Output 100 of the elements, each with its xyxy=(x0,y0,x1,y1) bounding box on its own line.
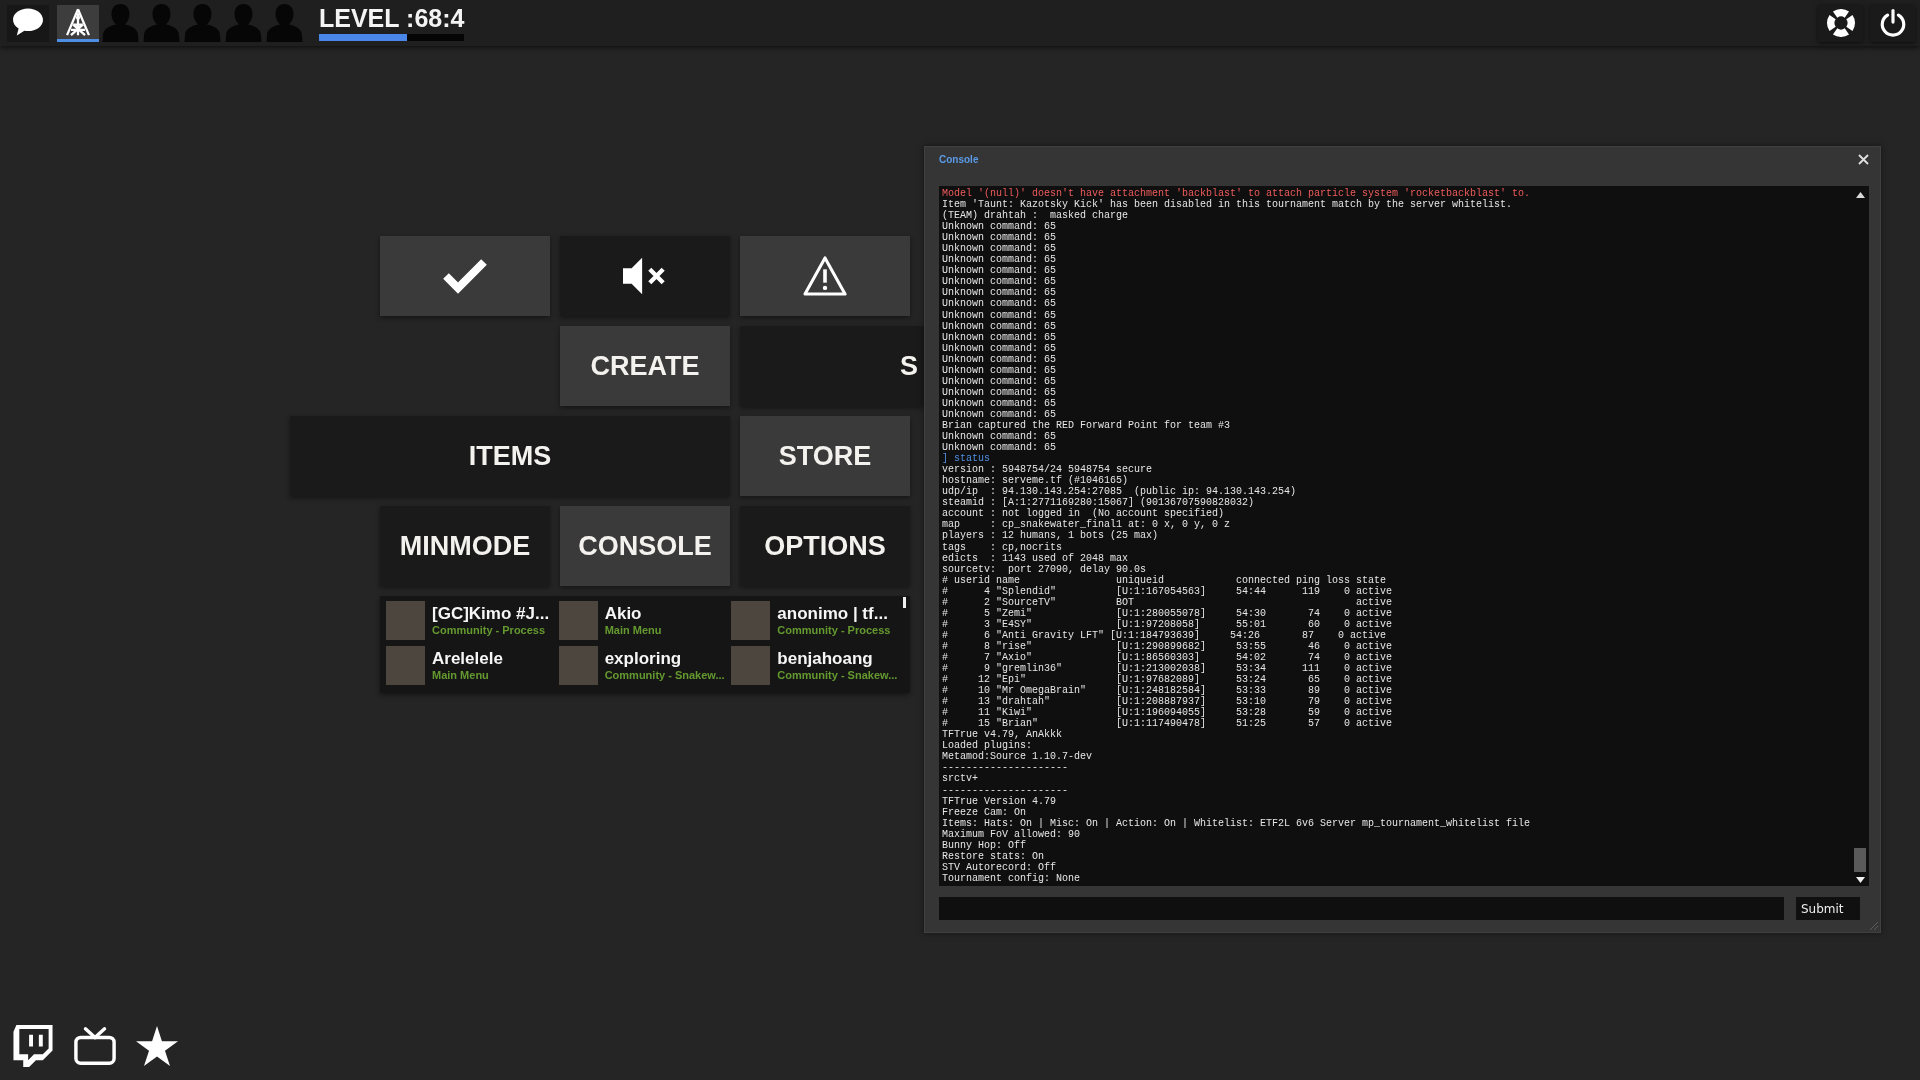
friend-status: Community - Snakew... xyxy=(777,668,898,682)
console-line: --------------------- xyxy=(942,784,1069,796)
console-input[interactable] xyxy=(939,897,1784,920)
console-line: Freeze Cam: On xyxy=(942,806,1026,818)
friend-status: Community - Process xyxy=(777,623,891,637)
console-line: Model '(null)' doesn't have attachment 'backblast' to attach particle system 'rocketbackblast' to. xyxy=(942,188,1531,200)
friend-name[interactable]: benjahoang xyxy=(777,649,898,668)
console-line: # 5 "Zemi" [U:1:280055078] 54:30 74 0 active xyxy=(942,607,1393,619)
console-line: Unknown command: 65 xyxy=(942,298,1057,310)
console-line: Unknown command: 65 xyxy=(942,243,1057,255)
console-line: # 15 "Brian" [U:1:117490478] 51:25 57 0 active xyxy=(942,718,1393,730)
scroll-up-icon[interactable] xyxy=(1855,192,1865,198)
console-line: Unknown command: 65 xyxy=(942,287,1057,299)
console-line: Unknown command: 65 xyxy=(942,221,1057,233)
power-icon xyxy=(1878,9,1907,37)
friend-name[interactable]: Arelelele xyxy=(432,649,503,668)
menu-button[interactable]: S xyxy=(740,326,924,406)
friend-status: Community - Process xyxy=(432,623,547,637)
console-line: sourcetv: port 27090, delay 90.0s xyxy=(942,563,1147,575)
console-line: map : cp_snakewater_final1 at: 0 x, 0 y, 0 z xyxy=(942,519,1231,531)
menu-button[interactable]: MINMODE xyxy=(380,506,550,586)
console-line: # 7 "Axio" [U:1:86560303] 54:02 74 0 active xyxy=(942,651,1393,663)
top-tab[interactable] xyxy=(57,4,99,42)
speech-box-icon[interactable] xyxy=(12,1025,54,1067)
console-line: # 8 "rise" [U:1:290899682] 53:55 46 0 active xyxy=(942,640,1393,652)
top-tab[interactable] xyxy=(7,4,49,42)
submit-button[interactable]: Submit xyxy=(1796,897,1860,920)
console-line: # 9 "gremlin36" [U:1:213002038] 53:34 111 0 active xyxy=(942,663,1393,675)
console-line: Unknown command: 65 xyxy=(942,276,1057,288)
console-line: version : 5948754/24 5948754 secure xyxy=(942,464,1153,476)
power-button[interactable] xyxy=(1870,4,1915,42)
lifebuoy-icon xyxy=(1826,9,1855,37)
console-line: Unknown command: 65 xyxy=(942,320,1057,332)
console-line: Unknown command: 65 xyxy=(942,342,1057,354)
friend-status: Main Menu xyxy=(432,668,490,682)
friend-name[interactable]: [GC]Kimo #J... xyxy=(432,604,550,623)
close-icon[interactable] xyxy=(1858,154,1869,165)
avatar-placeholder xyxy=(731,601,771,640)
avatar-placeholder xyxy=(558,646,598,685)
scrollbar-thumb[interactable] xyxy=(903,597,906,608)
friend-status: Community - Snakew... xyxy=(604,668,725,682)
console-line: players : 12 humans, 1 bots (25 max) xyxy=(942,530,1159,542)
friend-status: Main Menu xyxy=(604,623,662,637)
console-line: ] status xyxy=(942,453,990,465)
scroll-down-icon[interactable] xyxy=(1855,877,1865,883)
console-line: tags : cp,nocrits xyxy=(942,541,1063,553)
star-icon[interactable] xyxy=(136,1025,178,1067)
warning-button[interactable] xyxy=(740,236,910,316)
scrollbar-thumb[interactable] xyxy=(1854,848,1866,872)
console-line: Unknown command: 65 xyxy=(942,375,1057,387)
avatar-placeholder xyxy=(558,601,598,640)
console-line: # userid name uniqueid connected ping loss state xyxy=(942,574,1387,586)
console-line: Restore stats: On xyxy=(942,850,1045,862)
console-line: # 4 "Splendid" [U:1:167054563] 54:44 119 0 active xyxy=(942,585,1393,597)
console-line: Loaded plugins: xyxy=(942,740,1032,752)
console-line: TFTrue Version 4.79 xyxy=(942,795,1057,807)
level-label: LEVEL :68:4 xyxy=(319,5,465,31)
console-line: TFTrue v4.79, AnAkkk xyxy=(942,729,1063,741)
console-line: Unknown command: 65 xyxy=(942,331,1057,343)
menu-button[interactable]: STORE xyxy=(740,416,910,496)
resize-grip-icon[interactable] xyxy=(1868,920,1878,930)
console-line: Maximum FoV allowed: 90 xyxy=(942,828,1081,840)
console-line: Unknown command: 65 xyxy=(942,254,1057,266)
console-line: Bunny Hop: Off xyxy=(942,839,1026,851)
lifebuoy-button[interactable] xyxy=(1818,4,1863,42)
console-line: Item 'Taunt: Kazotsky Kick' has been disabled in this tournament match by the server whitelist. xyxy=(942,199,1513,211)
console-line: hostname: serveme.tf (#1046165) xyxy=(942,475,1129,487)
checkmark-icon xyxy=(443,256,487,296)
mute-button[interactable] xyxy=(560,236,730,316)
console-line: Unknown command: 65 xyxy=(942,364,1057,376)
console-line: edicts : 1143 used of 2048 max xyxy=(942,552,1129,564)
console-line: Unknown command: 65 xyxy=(942,353,1057,365)
console-line: # 2 "SourceTV" BOT active xyxy=(942,596,1393,608)
menu-button[interactable]: OPTIONS xyxy=(740,506,910,586)
mute-icon xyxy=(623,256,667,296)
console-line: # 11 "Kiwi" [U:1:196094055] 53:28 59 0 active xyxy=(942,707,1393,719)
console-line: Unknown command: 65 xyxy=(942,232,1057,244)
friend-name[interactable]: exploring xyxy=(604,649,725,668)
console-line: Brian captured the RED Forward Point for team #3 xyxy=(942,420,1231,431)
menu-button[interactable]: ITEMS xyxy=(290,416,730,496)
checkmark-button[interactable] xyxy=(380,236,550,316)
console-line: Unknown command: 65 xyxy=(942,408,1057,420)
menu-button[interactable]: CREATE xyxy=(560,326,730,406)
console-line: account : not logged in (No account specified) xyxy=(942,508,1225,520)
friend-name[interactable]: anonimo | tf... xyxy=(777,604,891,623)
console-line: --------------------- xyxy=(942,762,1069,774)
console-line: # 12 "Epi" [U:1:97682089] 53:24 65 0 active xyxy=(942,674,1393,686)
console-line: Items: Hats: On | Misc: On | Action: On | Whitelist: ETF2L 6v6 Server mp_tournament_whitelist file xyxy=(942,817,1531,829)
warning-icon xyxy=(803,256,847,296)
console-line: # 13 "drahtah" [U:1:208887937] 53:10 79 0 active xyxy=(942,696,1393,708)
avatar-placeholder xyxy=(731,646,771,685)
tv-icon[interactable] xyxy=(74,1025,116,1067)
avatar-placeholder xyxy=(386,601,425,640)
console-line: Tournament config: None xyxy=(942,872,1081,884)
console-line: STV Autorecord: Off xyxy=(942,861,1057,873)
console-line: Metamod:Source 1.10.7-dev xyxy=(942,751,1093,763)
friend-name[interactable]: Akio xyxy=(604,604,662,623)
menu-button[interactable]: CONSOLE xyxy=(560,506,730,586)
console-line: udp/ip : 94.130.143.254:27085 (public ip: 94.130.143.254) xyxy=(942,486,1297,498)
avatar-placeholder xyxy=(386,646,425,685)
